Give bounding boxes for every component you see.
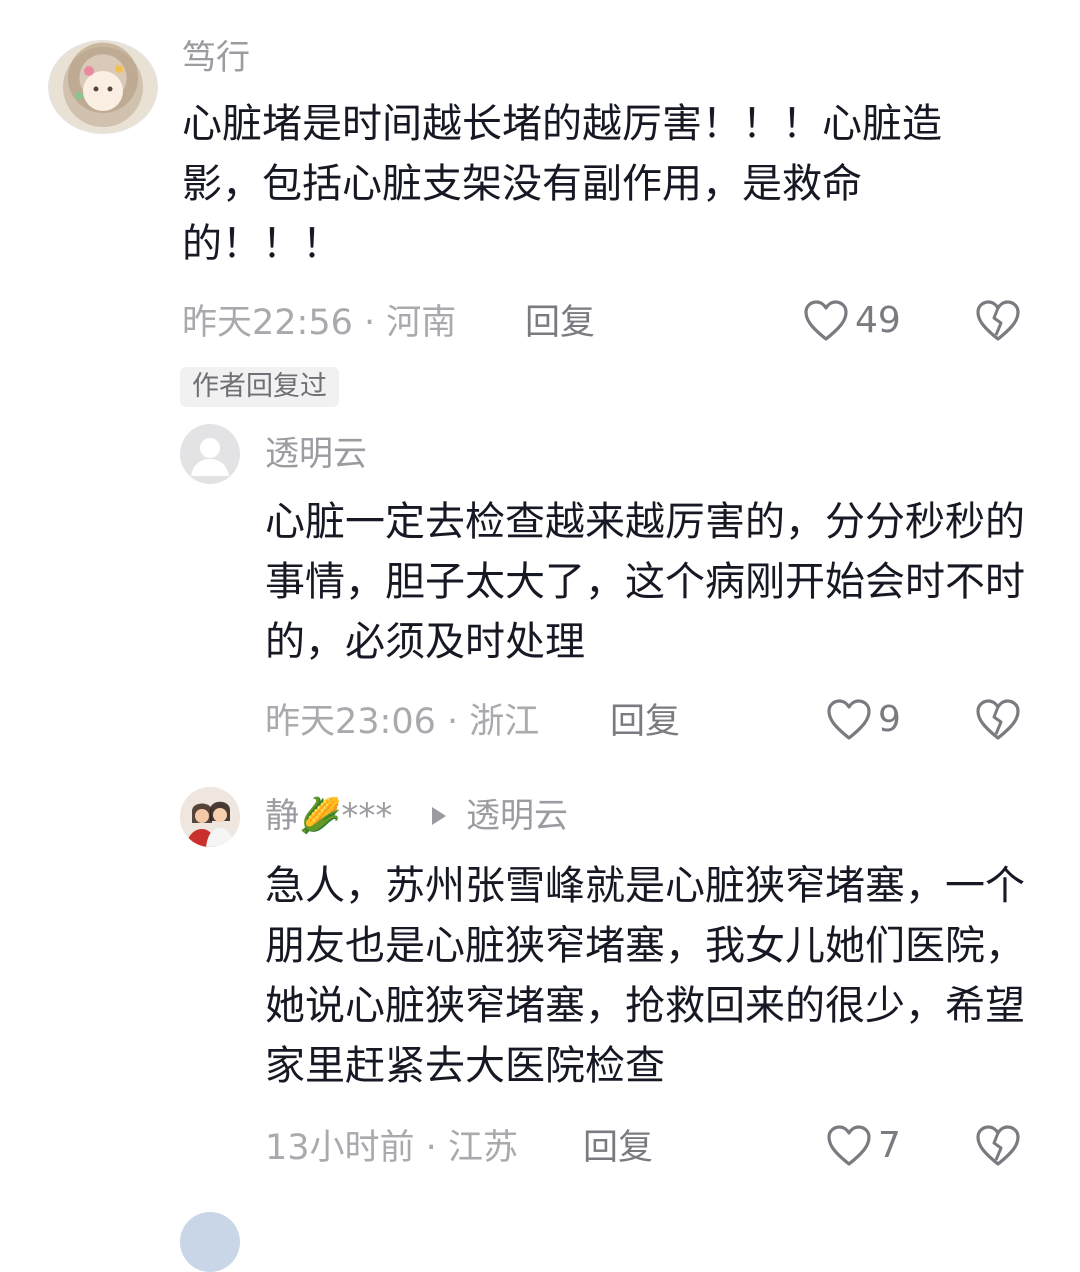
comment-time: 13小时前 xyxy=(265,1128,415,1168)
like-button[interactable]: 7 xyxy=(826,1124,901,1168)
avatar[interactable] xyxy=(180,787,240,847)
broken-heart-icon xyxy=(976,699,1020,740)
username[interactable]: 静🌽*** xyxy=(265,796,392,836)
broken-heart-icon xyxy=(976,300,1020,341)
avatar[interactable] xyxy=(180,1212,240,1272)
comment-location: 江苏 xyxy=(447,1128,518,1168)
reply-button[interactable]: 回复 xyxy=(525,302,595,344)
avatar[interactable] xyxy=(48,40,158,134)
reply-to-username[interactable]: 透明云 xyxy=(466,796,568,836)
comment-text: 心脏堵是时间越长堵的越厉害！！！心脏造影，包括心脏支架没有副作用，是救命的！！！ xyxy=(182,101,942,267)
dislike-button[interactable] xyxy=(975,1124,1021,1172)
like-count: 49 xyxy=(855,300,901,341)
comment-location: 河南 xyxy=(386,303,457,343)
like-count: 9 xyxy=(878,699,901,740)
author-replied-badge: 作者回复过 xyxy=(180,367,339,407)
dislike-button[interactable] xyxy=(975,698,1021,746)
meta-separator: · xyxy=(352,303,387,343)
heart-outline-icon xyxy=(827,699,871,740)
username[interactable]: 笃行 xyxy=(182,38,250,78)
meta-separator: · xyxy=(435,702,470,742)
reply-button[interactable]: 回复 xyxy=(583,1127,653,1169)
comment-time: 昨天22:56 xyxy=(182,303,353,343)
comment-text: 急人，苏州张雪峰就是心脏狭窄堵塞，一个朋友也是心脏狭窄堵塞，我女儿她们医院，她说… xyxy=(265,863,1025,1089)
comment-meta: 13小时前 · 江苏 xyxy=(265,1127,518,1169)
play-triangle-icon xyxy=(432,807,446,825)
like-button[interactable]: 49 xyxy=(803,299,901,343)
reply-button[interactable]: 回复 xyxy=(610,701,680,743)
comment-location: 浙江 xyxy=(469,702,540,742)
avatar[interactable] xyxy=(180,424,240,484)
broken-heart-icon xyxy=(976,1125,1020,1166)
username[interactable]: 透明云 xyxy=(265,434,367,474)
comment-text: 心脏一定去检查越来越厉害的，分分秒秒的事情，胆子太大了，这个病刚开始会时不时的，… xyxy=(265,499,1025,665)
dislike-button[interactable] xyxy=(975,299,1021,347)
like-button[interactable]: 9 xyxy=(826,698,901,742)
comment-time: 昨天23:06 xyxy=(265,702,436,742)
comment-meta: 昨天23:06 · 浙江 xyxy=(265,701,539,743)
heart-outline-icon xyxy=(827,1125,871,1166)
heart-outline-icon xyxy=(804,300,848,341)
comment-meta: 昨天22:56 · 河南 xyxy=(182,302,456,344)
like-count: 7 xyxy=(878,1125,901,1166)
meta-separator: · xyxy=(414,1128,448,1168)
